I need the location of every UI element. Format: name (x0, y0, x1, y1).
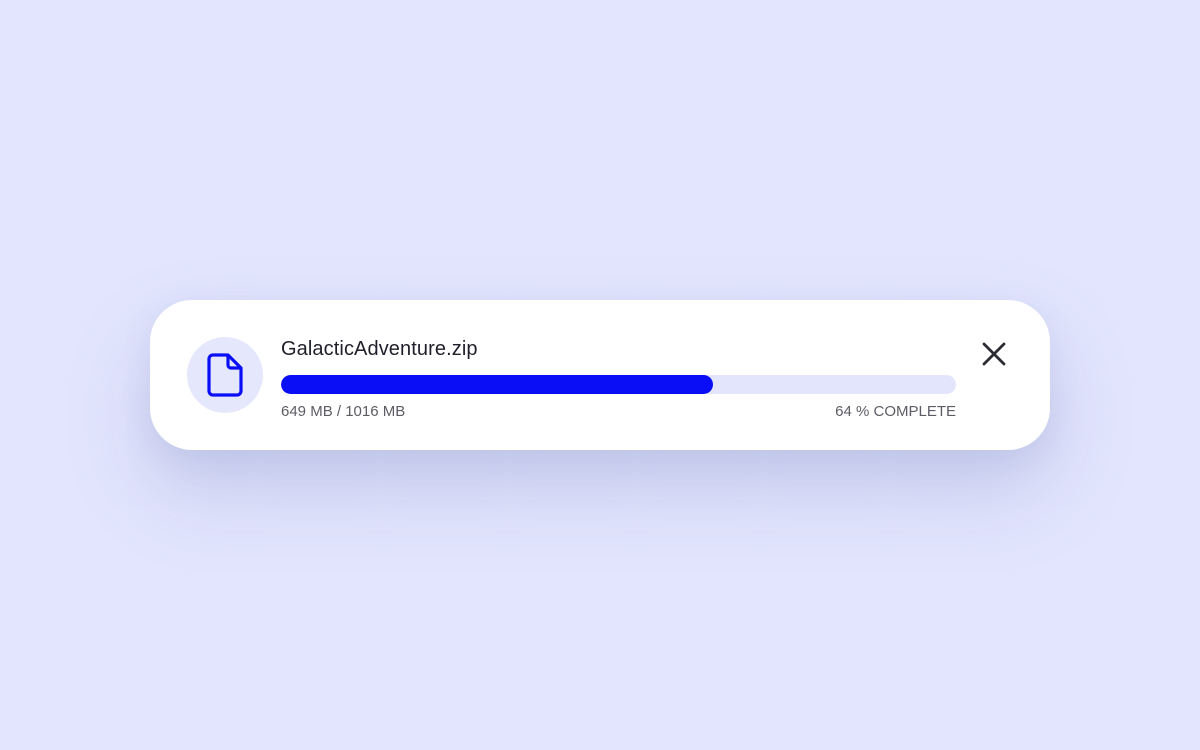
file-icon-badge (187, 337, 263, 413)
close-button[interactable] (976, 338, 1012, 374)
progress-fill (281, 375, 713, 394)
progress-bar (281, 375, 956, 394)
file-icon (207, 353, 243, 397)
close-icon (981, 341, 1007, 372)
download-card: GalacticAdventure.zip 649 MB / 1016 MB 6… (150, 300, 1050, 450)
size-progress-text: 649 MB / 1016 MB (281, 403, 406, 420)
percent-complete-text: 64 % COMPLETE (835, 403, 956, 420)
file-name: GalacticAdventure.zip (281, 338, 478, 360)
